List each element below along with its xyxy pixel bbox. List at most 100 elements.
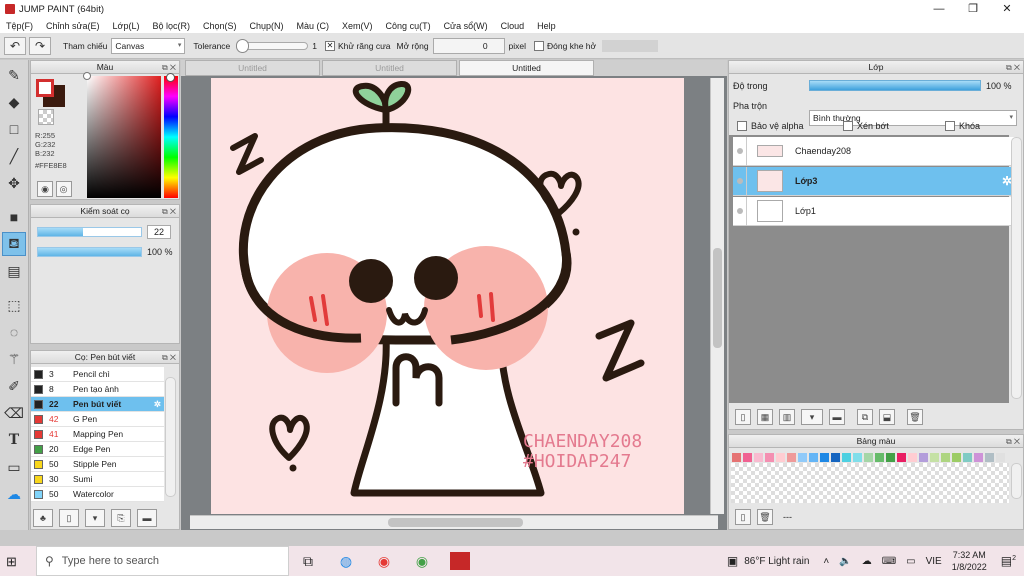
lock-checkbox[interactable] <box>945 121 955 131</box>
menu-filter[interactable]: Bộ lọc(R) <box>152 21 190 31</box>
foreground-color-swatch[interactable] <box>36 79 54 97</box>
brush-size-bar[interactable] <box>37 227 142 237</box>
bucket-tool[interactable]: ⛾ <box>2 232 26 256</box>
weather-icon[interactable]: ▣ <box>727 554 738 568</box>
edge-browser-icon[interactable]: ◍ <box>327 546 365 576</box>
eraser-tool[interactable]: ◆ <box>2 90 26 114</box>
menu-color[interactable]: Màu (C) <box>297 21 330 31</box>
brush-list-item[interactable]: 42 G Pen <box>31 412 164 427</box>
magic-wand-tool[interactable]: ⚚ <box>2 347 26 371</box>
palette-color-swatch[interactable] <box>996 453 1005 462</box>
close-gap-slider[interactable] <box>602 39 659 52</box>
palette-color-swatch[interactable] <box>897 453 906 462</box>
text-tool[interactable]: T <box>2 428 26 452</box>
task-view-icon[interactable]: ⧉ <box>289 546 327 576</box>
tab-document-3[interactable]: Untitled <box>459 60 594 76</box>
layer-menu-icon[interactable]: ▾ <box>801 409 823 425</box>
brush-tool[interactable]: ✎ <box>2 63 26 87</box>
menu-file[interactable]: Tệp(F) <box>6 21 33 31</box>
maximize-button[interactable]: ❐ <box>956 0 990 18</box>
add-color-icon[interactable]: ▯ <box>735 509 751 525</box>
folder-icon[interactable]: ▬ <box>137 509 157 527</box>
windows-start-icon[interactable]: ⊞ <box>6 554 17 570</box>
chevron-up-icon[interactable]: ˄ <box>823 556 829 567</box>
brush-settings-icon[interactable]: ♣ <box>33 509 53 527</box>
jump-paint-taskbar-icon[interactable] <box>441 546 479 576</box>
chrome-icon[interactable]: ◉ <box>365 546 403 576</box>
palette-color-swatch[interactable] <box>754 453 763 462</box>
duplicate-layer-icon[interactable]: ⧉ <box>857 409 873 425</box>
volume-icon[interactable]: 🔈 <box>839 556 851 567</box>
palette-color-swatch[interactable] <box>886 453 895 462</box>
new-layer-icon[interactable]: ▯ <box>735 409 751 425</box>
new-brush-icon[interactable]: ▯ <box>59 509 79 527</box>
slider-knob[interactable] <box>236 38 250 53</box>
divider-tool[interactable]: ▭ <box>2 455 26 479</box>
canvas-horizontal-scrollbar[interactable] <box>190 515 718 529</box>
redo-button[interactable]: ↷ <box>29 36 51 55</box>
lasso-tool[interactable]: ◌ <box>2 320 26 344</box>
menu-cloud[interactable]: Cloud <box>501 21 525 31</box>
palette-color-swatch[interactable] <box>930 453 939 462</box>
palette-color-swatch[interactable] <box>809 453 818 462</box>
palette-color-swatch[interactable] <box>985 453 994 462</box>
palette-color-swatch[interactable] <box>798 453 807 462</box>
layer-visibility-toggle[interactable] <box>733 166 747 196</box>
delete-layer-icon[interactable]: 🗑 <box>907 409 923 425</box>
clock[interactable]: 7:32 AM 1/8/2022 <box>952 549 987 573</box>
weather-text[interactable]: 86°F Light rain <box>744 556 809 567</box>
brush-list-item[interactable]: 22 Pen bút viết ✲ <box>31 397 164 412</box>
palette-color-swatch[interactable] <box>842 453 851 462</box>
layer-row[interactable]: Chaenday208 <box>733 136 1018 166</box>
palette-scrollbar[interactable] <box>1011 463 1022 499</box>
keyboard-icon[interactable]: ⌨ <box>882 556 896 567</box>
close-gap-checkbox[interactable] <box>534 40 545 51</box>
brush-list-item[interactable]: 50 Watercolor <box>31 487 164 502</box>
layer-row[interactable]: Lớp1 <box>733 196 1018 226</box>
palette-color-swatch[interactable] <box>919 453 928 462</box>
hue-handle[interactable] <box>166 73 175 82</box>
brush-list-scrollbar[interactable] <box>165 377 176 497</box>
layer-visibility-toggle[interactable] <box>733 196 747 226</box>
notification-icon[interactable]: ▤2 <box>1001 554 1016 568</box>
line-tool[interactable]: ╱ <box>2 144 26 168</box>
saturation-value-picker[interactable] <box>83 72 161 198</box>
cloud-tool[interactable]: ☁ <box>2 482 26 506</box>
rect-select-tool[interactable]: ⬚ <box>2 293 26 317</box>
menu-tools[interactable]: Công cụ(T) <box>386 21 431 31</box>
picker-cursor[interactable] <box>83 72 91 80</box>
palette-color-swatch[interactable] <box>908 453 917 462</box>
brush-list-item[interactable]: 50 Stipple Pen <box>31 457 164 472</box>
layer-opacity-bar[interactable] <box>809 80 981 91</box>
tab-document-2[interactable]: Untitled <box>322 60 457 76</box>
reference-select[interactable]: Canvas ▾ <box>111 37 186 54</box>
palette-color-swatch[interactable] <box>941 453 950 462</box>
canvas-vertical-scrollbar[interactable] <box>710 78 724 514</box>
menu-edit[interactable]: Chỉnh sửa(E) <box>46 21 100 31</box>
panel-controls-icon[interactable]: ⧉ ✕ <box>1006 61 1020 74</box>
palette-color-swatch[interactable] <box>743 453 752 462</box>
menu-capture[interactable]: Chụp(N) <box>250 21 284 31</box>
protect-alpha-checkbox[interactable] <box>737 121 747 131</box>
artwork-canvas[interactable]: CHAENDAY208 #HOIDAP247 <box>211 78 684 514</box>
shape-tool[interactable]: □ <box>2 117 26 141</box>
palette-color-swatch[interactable] <box>776 453 785 462</box>
merge-layer-icon[interactable]: ⬓ <box>879 409 895 425</box>
move-tool[interactable]: ✥ <box>2 171 26 195</box>
new-layer-8bit-icon[interactable]: ▥ <box>779 409 795 425</box>
brush-opacity-bar[interactable] <box>37 247 142 257</box>
minimize-button[interactable]: — <box>922 0 956 18</box>
palette-color-swatch[interactable] <box>963 453 972 462</box>
layer-row-selected[interactable]: Lớp3 ✲ <box>733 166 1018 196</box>
hue-slider[interactable] <box>164 73 178 198</box>
new-halftone-layer-icon[interactable]: ▦ <box>757 409 773 425</box>
palette-color-swatch[interactable] <box>952 453 961 462</box>
eyedropper-icon[interactable]: ◎ <box>55 181 72 197</box>
language-indicator[interactable]: VIE <box>926 556 942 567</box>
horizontal-scroll-thumb[interactable] <box>388 518 523 527</box>
fill-rect-tool[interactable]: ■ <box>2 205 26 229</box>
brush-menu-icon[interactable]: ▾ <box>85 509 105 527</box>
menu-select[interactable]: Chọn(S) <box>203 21 237 31</box>
layer-list-scrollbar[interactable] <box>1011 137 1022 399</box>
menu-layer[interactable]: Lớp(L) <box>113 21 140 31</box>
